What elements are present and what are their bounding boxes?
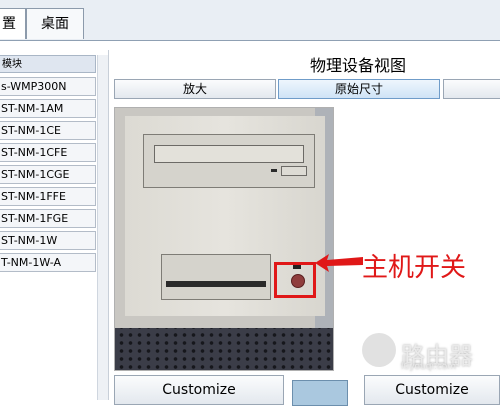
module-thumbnail xyxy=(292,380,348,406)
customize-button-right[interactable]: Customize xyxy=(364,375,500,405)
customize-button-left[interactable]: Customize xyxy=(114,375,284,405)
lower-drive-bay xyxy=(161,254,271,300)
physical-view-title: 物理设备视图 xyxy=(309,56,406,75)
module-item[interactable]: ST-NM-1FFE xyxy=(0,187,96,206)
drive-led xyxy=(271,169,277,172)
module-item[interactable]: ST-NM-1CE xyxy=(0,121,96,140)
tab-settings[interactable]: 置 xyxy=(0,8,26,39)
power-switch-highlight xyxy=(274,262,316,298)
power-switch-label: 主机开关 xyxy=(362,253,467,283)
drive-eject-button xyxy=(281,166,307,176)
module-item[interactable]: ST-NM-1CGE xyxy=(0,165,96,184)
optical-drive-bay xyxy=(143,134,315,188)
module-item[interactable]: ST-NM-1W xyxy=(0,231,96,250)
module-item[interactable]: ST-NM-1CFE xyxy=(0,143,96,162)
watermark-logo-icon xyxy=(362,333,396,367)
pc-vent-grille xyxy=(115,328,333,370)
zoom-in-button[interactable]: 放大 xyxy=(114,79,276,99)
module-item[interactable]: s-WMP300N xyxy=(0,77,96,96)
tab-desktop[interactable]: 桌面 xyxy=(26,8,84,39)
watermark-subtext: luyouqi.com xyxy=(401,362,457,372)
module-item[interactable]: ST-NM-1FGE xyxy=(0,209,96,228)
lower-drive-slot xyxy=(166,281,266,287)
original-size-button[interactable]: 原始尺寸 xyxy=(278,79,440,99)
module-list-header: 模块 xyxy=(0,55,96,73)
module-list-scrollbar[interactable] xyxy=(97,55,108,400)
module-item[interactable]: T-NM-1W-A xyxy=(0,253,96,272)
physical-device-image xyxy=(114,107,334,371)
tab-bar: 置 桌面 xyxy=(0,0,500,41)
zoom-out-button[interactable] xyxy=(443,79,500,99)
optical-drive-slot xyxy=(154,145,304,163)
red-arrow-icon xyxy=(315,254,363,272)
module-item[interactable]: ST-NM-1AM xyxy=(0,99,96,118)
